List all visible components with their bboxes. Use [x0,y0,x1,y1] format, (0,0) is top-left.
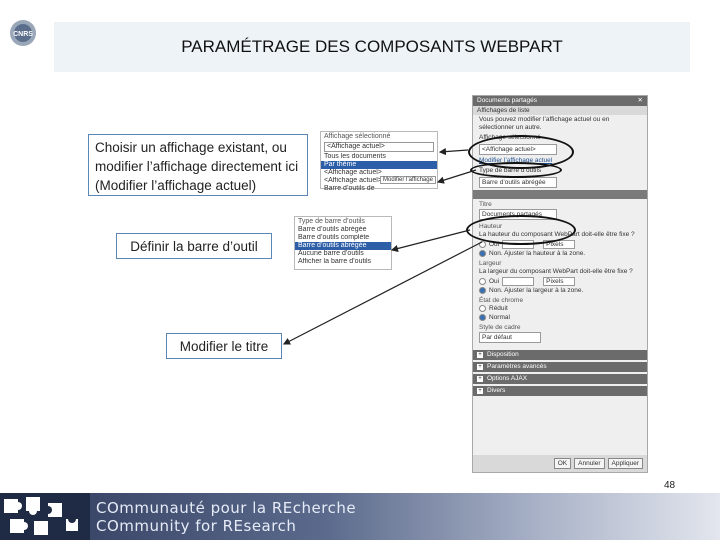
puzzle-logo-icon [0,493,90,540]
footer-line-en: COmmunity for REsearch [96,517,297,535]
connector-arrows [282,147,483,345]
page-number: 48 [664,480,676,491]
arrow-view [438,147,469,156]
arrow-toolbar [390,229,471,252]
arrow-edit-view [436,169,477,184]
footer-line-fr: COmmunauté pour la REcherche [96,499,357,517]
arrow-title [282,241,483,345]
